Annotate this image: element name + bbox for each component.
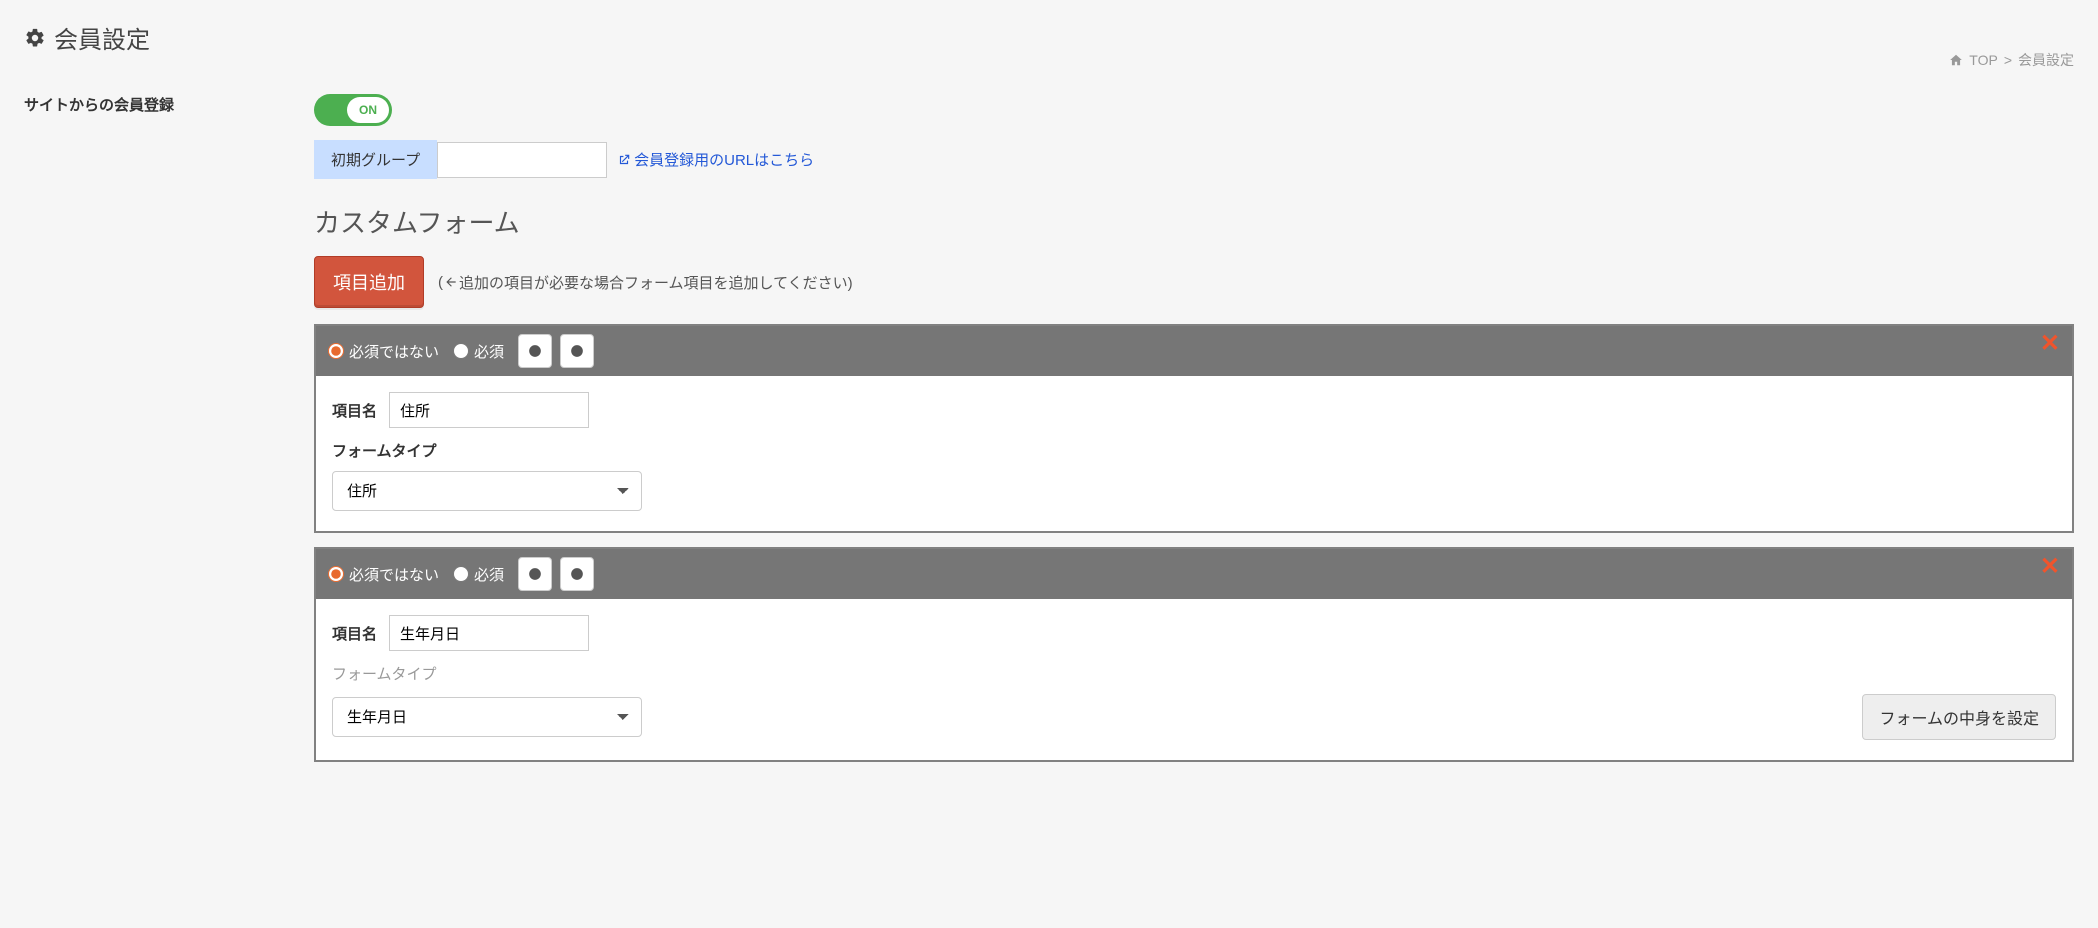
home-icon <box>1949 53 1963 67</box>
form-item-header: 必須ではない 必須 ✕ <box>316 326 2072 376</box>
item-name-input[interactable] <box>389 392 589 428</box>
arrow-left-icon <box>444 275 458 289</box>
hint-text-body: 追加の項目が必要な場合フォーム項目を追加してください) <box>459 272 853 293</box>
move-down-button[interactable] <box>560 557 594 591</box>
external-link-icon <box>617 153 631 167</box>
add-item-button[interactable]: 項目追加 <box>314 256 424 308</box>
breadcrumb-top[interactable]: TOP <box>1969 52 1998 68</box>
form-type-select[interactable]: 住所 <box>332 471 642 511</box>
radio-required-label: 必須 <box>474 341 504 362</box>
initial-group-input[interactable] <box>437 142 607 178</box>
breadcrumb-sep: > <box>2004 52 2012 68</box>
form-type-label: フォームタイプ <box>332 440 2056 461</box>
form-item: 必須ではない 必須 ✕ 項目名フォームタイプ住所 <box>314 324 2074 533</box>
required-radio-group: 必須ではない 必須 <box>328 564 504 585</box>
move-down-button[interactable] <box>560 334 594 368</box>
registration-url-link[interactable]: 会員登録用のURLはこちら <box>617 149 814 170</box>
page-title-text: 会員設定 <box>54 20 150 55</box>
initial-group-label: 初期グループ <box>314 140 437 179</box>
radio-required[interactable]: 必須 <box>453 564 504 585</box>
arrow-down-circle-icon <box>570 567 584 581</box>
radio-not-required-label: 必須ではない <box>349 564 439 585</box>
radio-not-required[interactable]: 必須ではない <box>328 341 439 362</box>
site-registration-label: サイトからの会員登録 <box>24 94 274 115</box>
radio-not-required-label: 必須ではない <box>349 341 439 362</box>
item-name-label: 項目名 <box>332 400 377 421</box>
sort-buttons <box>518 557 594 591</box>
move-up-button[interactable] <box>518 334 552 368</box>
registration-url-link-text: 会員登録用のURLはこちら <box>634 149 814 170</box>
breadcrumb-current: 会員設定 <box>2018 50 2074 70</box>
arrow-down-circle-icon <box>570 344 584 358</box>
site-registration-toggle[interactable]: ON <box>314 94 392 126</box>
radio-not-required-input[interactable] <box>328 343 344 359</box>
radio-required[interactable]: 必須 <box>453 341 504 362</box>
arrow-up-circle-icon <box>528 344 542 358</box>
remove-item-button[interactable]: ✕ <box>2040 332 2060 356</box>
radio-required-label: 必須 <box>474 564 504 585</box>
form-type-label: フォームタイプ <box>332 663 2056 684</box>
move-up-button[interactable] <box>518 557 552 591</box>
item-name-input[interactable] <box>389 615 589 651</box>
radio-required-input[interactable] <box>453 343 469 359</box>
radio-required-input[interactable] <box>453 566 469 582</box>
form-item: 必須ではない 必須 ✕ 項目名フォームタイプ生年月日 フォームの中身を設定 <box>314 547 2074 762</box>
required-radio-group: 必須ではない 必須 <box>328 341 504 362</box>
item-name-label: 項目名 <box>332 623 377 644</box>
form-item-body: 項目名フォームタイプ生年月日 フォームの中身を設定 <box>316 599 2072 760</box>
radio-not-required[interactable]: 必須ではない <box>328 564 439 585</box>
form-type-select[interactable]: 生年月日 <box>332 697 642 737</box>
remove-item-button[interactable]: ✕ <box>2040 555 2060 579</box>
form-content-config-button[interactable]: フォームの中身を設定 <box>1862 694 2056 740</box>
form-item-header: 必須ではない 必須 ✕ <box>316 549 2072 599</box>
sort-buttons <box>518 334 594 368</box>
page-title: 会員設定 <box>24 20 150 55</box>
custom-form-heading: カスタムフォーム <box>314 203 2074 240</box>
breadcrumb: TOP > 会員設定 <box>1949 50 2074 70</box>
hint-prefix: ( <box>438 274 443 291</box>
radio-not-required-input[interactable] <box>328 566 344 582</box>
gear-icon <box>24 27 46 49</box>
form-item-body: 項目名フォームタイプ住所 <box>316 376 2072 531</box>
add-item-hint: ( 追加の項目が必要な場合フォーム項目を追加してください) <box>438 272 853 293</box>
arrow-up-circle-icon <box>528 567 542 581</box>
toggle-knob: ON <box>347 97 389 123</box>
